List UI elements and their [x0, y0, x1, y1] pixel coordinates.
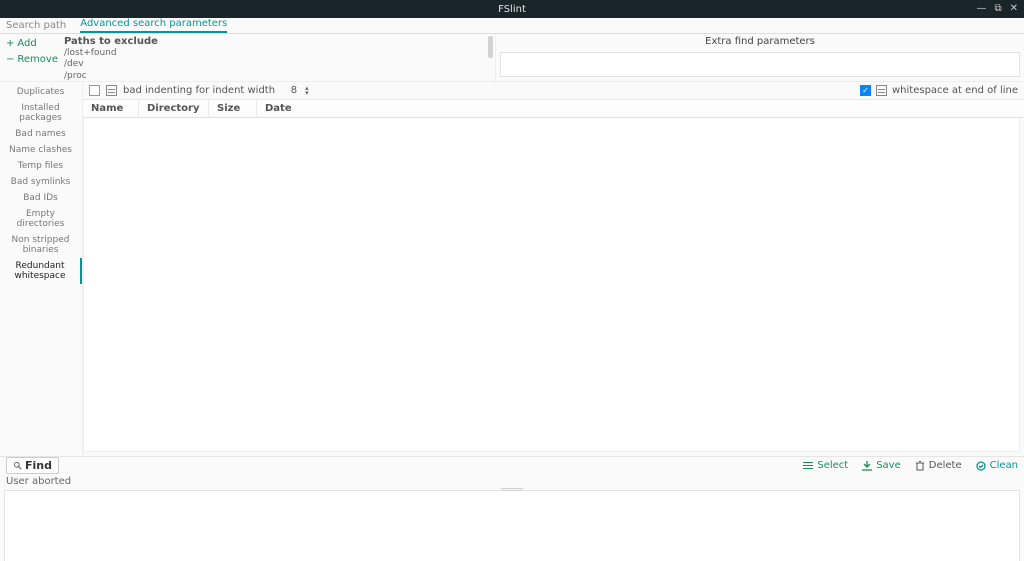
sidebar-item-name-clashes[interactable]: Name clashes	[0, 142, 82, 158]
bottom-toolbar: Find Select Save Delete Clean	[0, 456, 1024, 474]
sidebar-item-non-stripped-binaries[interactable]: Non stripped binaries	[0, 232, 82, 258]
save-button[interactable]: Save	[862, 460, 901, 471]
minimize-icon[interactable]: —	[976, 4, 986, 14]
remove-button[interactable]: − Remove	[6, 54, 52, 65]
path-item[interactable]: /proc	[64, 71, 489, 82]
path-item[interactable]: /dev	[64, 59, 489, 70]
resize-handle-icon[interactable]	[501, 488, 523, 491]
add-button[interactable]: + Add	[6, 38, 52, 49]
results-table-header: Name Directory Size Date	[83, 100, 1024, 118]
sidebar-item-temp-files[interactable]: Temp files	[0, 158, 82, 174]
add-label: Add	[17, 38, 36, 49]
plus-icon: +	[6, 38, 14, 49]
paths-list[interactable]: /lost+found /dev /proc	[64, 48, 489, 82]
broom-icon	[976, 461, 986, 471]
col-size[interactable]: Size	[209, 100, 257, 117]
window-controls: — ⧉ ✕	[976, 0, 1018, 18]
indent-label: bad indenting for indent width	[123, 85, 275, 96]
top-tabs: Search path Advanced search parameters	[0, 18, 1024, 34]
eol-label: whitespace at end of line	[892, 85, 1018, 96]
clean-label: Clean	[990, 460, 1018, 471]
tab-advanced-search[interactable]: Advanced search parameters	[80, 18, 227, 33]
save-label: Save	[876, 460, 901, 471]
col-directory[interactable]: Directory	[139, 100, 209, 117]
find-button[interactable]: Find	[6, 457, 59, 474]
paths-to-exclude-panel: Paths to exclude /lost+found /dev /proc	[58, 34, 496, 81]
trash-icon	[915, 461, 925, 471]
delete-button[interactable]: Delete	[915, 460, 962, 471]
delete-label: Delete	[929, 460, 962, 471]
content-area: bad indenting for indent width ▴▾ whites…	[82, 82, 1024, 456]
sidebar-item-bad-symlinks[interactable]: Bad symlinks	[0, 174, 82, 190]
select-button[interactable]: Select	[803, 460, 848, 471]
close-icon[interactable]: ✕	[1010, 4, 1018, 14]
window-title: FSlint	[498, 4, 526, 15]
status-text: User aborted	[6, 476, 71, 487]
sidebar-item-bad-names[interactable]: Bad names	[0, 126, 82, 142]
params-row: + Add − Remove Paths to exclude /lost+fo…	[0, 34, 1024, 82]
save-icon	[862, 461, 872, 471]
maximize-icon[interactable]: ⧉	[994, 4, 1001, 14]
remove-label: Remove	[17, 54, 58, 65]
find-label: Find	[25, 459, 52, 472]
log-area[interactable]	[4, 490, 1020, 561]
sidebar-item-redundant-whitespace[interactable]: Redundant whitespace	[0, 258, 82, 284]
sidebar-item-installed-packages[interactable]: Installed packages	[0, 100, 82, 126]
search-icon	[13, 461, 22, 470]
sidebar-item-bad-ids[interactable]: Bad IDs	[0, 190, 82, 206]
path-item[interactable]: /lost+found	[64, 48, 489, 59]
titlebar: FSlint — ⧉ ✕	[0, 0, 1024, 18]
indent-icon	[106, 85, 117, 96]
options-row: bad indenting for indent width ▴▾ whites…	[83, 82, 1024, 100]
main-row: Duplicates Installed packages Bad names …	[0, 82, 1024, 456]
indent-checkbox[interactable]	[89, 85, 100, 96]
extra-find-panel: Extra find parameters	[496, 34, 1024, 81]
minus-icon: −	[6, 54, 14, 65]
status-bar: User aborted	[0, 474, 1024, 488]
category-sidebar: Duplicates Installed packages Bad names …	[0, 82, 82, 456]
extra-find-input[interactable]	[500, 52, 1020, 77]
results-table-body[interactable]	[83, 118, 1020, 452]
clean-button[interactable]: Clean	[976, 460, 1018, 471]
col-name[interactable]: Name	[83, 100, 139, 117]
add-remove-column: + Add − Remove	[0, 34, 58, 81]
indent-spinner[interactable]: ▴▾	[305, 86, 309, 96]
eol-icon	[876, 85, 887, 96]
list-icon	[803, 461, 813, 471]
indent-width-input[interactable]	[281, 85, 297, 96]
paths-heading: Paths to exclude	[64, 36, 489, 47]
select-label: Select	[817, 460, 848, 471]
eol-whitespace-checkbox[interactable]	[860, 85, 871, 96]
options-right: whitespace at end of line	[860, 85, 1018, 96]
scrollbar-thumb[interactable]	[488, 36, 493, 58]
extra-find-heading: Extra find parameters	[496, 34, 1024, 50]
sidebar-item-empty-directories[interactable]: Empty directories	[0, 206, 82, 232]
tab-search-path[interactable]: Search path	[6, 20, 66, 33]
sidebar-item-duplicates[interactable]: Duplicates	[0, 84, 82, 100]
col-date[interactable]: Date	[257, 100, 309, 117]
